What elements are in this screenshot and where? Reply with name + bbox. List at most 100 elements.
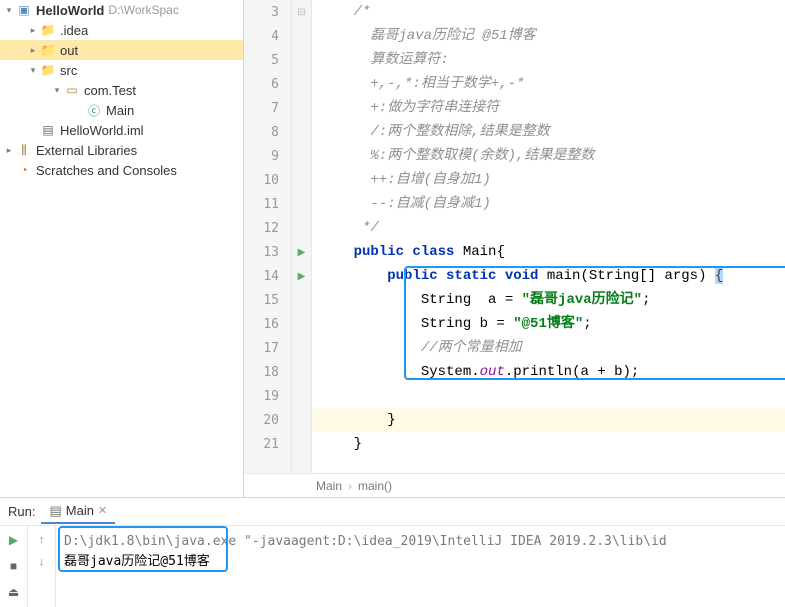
line-number: 9 (244, 144, 279, 168)
file-iml-label: HelloWorld.iml (60, 123, 144, 138)
chevron-down-icon: ▾ (52, 85, 62, 95)
run-main-icon[interactable]: ▶ (298, 271, 306, 282)
run-command: D:\jdk1.8\bin\java.exe "-javaagent:D:\id… (64, 532, 777, 552)
line-number: 21 (244, 432, 279, 456)
exit-button[interactable]: ⏏ (4, 582, 24, 602)
line-number: 12 (244, 216, 279, 240)
line-number: 3 (244, 0, 279, 24)
run-nav: ↑ ↓ (28, 526, 56, 607)
code-keyword: public static void (387, 268, 538, 284)
code-text: %:两个整数取模(余数),结果是整数 (320, 148, 594, 164)
line-number: 8 (244, 120, 279, 144)
file-iml[interactable]: ▤ HelloWorld.iml (0, 120, 243, 140)
code-text: } (320, 436, 362, 452)
run-label: Run: (8, 504, 35, 519)
line-number: 15 (244, 288, 279, 312)
line-number: 6 (244, 72, 279, 96)
project-root-label: HelloWorld (36, 3, 104, 18)
line-number: 4 (244, 24, 279, 48)
project-tree[interactable]: ▾ ▣ HelloWorld D:\WorkSpac ▸ 📁 .idea ▸ 📁… (0, 0, 244, 497)
folder-out[interactable]: ▸ 📁 out (0, 40, 243, 60)
class-main-label: Main (106, 103, 134, 118)
code-comment: //两个常量相加 (320, 340, 522, 356)
scratch-icon: ◔ (16, 162, 32, 178)
editor-content[interactable]: /* 磊哥java历险记 @51博客 算数运算符: +,-,*:相当于数学+,-… (312, 0, 785, 473)
chevron-right-icon: ▸ (28, 45, 38, 55)
code-text: ++:自增(自身加1) (320, 172, 491, 188)
run-tab[interactable]: ▤ Main ✕ (41, 500, 115, 524)
code-text: /:两个整数相除,结果是整数 (320, 124, 550, 140)
code-text: } (320, 412, 396, 428)
breadcrumb-item[interactable]: main() (358, 479, 392, 493)
code-text (320, 268, 387, 284)
folder-icon: 📁 (40, 42, 56, 58)
code-text: --:自减(自身减1) (320, 196, 491, 212)
editor: 3 4 5 6 7 8 9 10 11 12 13 14 15 16 17 18… (244, 0, 785, 497)
chevron-right-icon: ▸ (4, 145, 14, 155)
code-text: /* (320, 4, 370, 20)
run-panel: Run: ▤ Main ✕ ▶ ■ ⏏ ↑ ↓ D:\jdk1.8\bin\ja… (0, 497, 785, 607)
line-number: 7 (244, 96, 279, 120)
close-icon[interactable]: ✕ (98, 504, 107, 517)
run-class-icon[interactable]: ▶ (298, 247, 306, 258)
code-text: ; (642, 292, 650, 308)
code-text: ; (583, 316, 591, 332)
rerun-button[interactable]: ▶ (4, 530, 24, 550)
folder-idea-label: .idea (60, 23, 88, 38)
code-string: "磊哥java历险记" (522, 292, 642, 308)
code-text: Main{ (454, 244, 504, 260)
external-libraries-label: External Libraries (36, 143, 137, 158)
code-text: .println(a + b); (505, 364, 639, 380)
package[interactable]: ▾ ▭ com.Test (0, 80, 243, 100)
line-number: 13 (244, 240, 279, 264)
code-field: out (480, 364, 505, 380)
down-button[interactable]: ↓ (32, 552, 52, 572)
code-keyword: public class (354, 244, 455, 260)
class-main[interactable]: ⓒ Main (0, 100, 243, 120)
class-icon: ⓒ (86, 102, 102, 118)
line-number: 17 (244, 336, 279, 360)
chevron-right-icon: › (348, 479, 352, 493)
code-text: +,-,*:相当于数学+,-* (320, 76, 524, 92)
project-root[interactable]: ▾ ▣ HelloWorld D:\WorkSpac (0, 0, 243, 20)
file-icon: ▤ (40, 122, 56, 138)
run-toolbar: ▶ ■ ⏏ (0, 526, 28, 607)
run-output-line: 磊哥java历险记@51博客 (64, 552, 777, 572)
breadcrumb-item[interactable]: Main (316, 479, 342, 493)
run-output[interactable]: D:\jdk1.8\bin\java.exe "-javaagent:D:\id… (56, 526, 785, 607)
run-tab-label: Main (66, 503, 94, 518)
chevron-down-icon: ▾ (28, 65, 38, 75)
folder-out-label: out (60, 43, 78, 58)
project-root-path: D:\WorkSpac (108, 3, 178, 17)
fold-icon[interactable]: ⊟ (297, 7, 305, 18)
folder-src-label: src (60, 63, 77, 78)
line-gutter[interactable]: 3 4 5 6 7 8 9 10 11 12 13 14 15 16 17 18… (244, 0, 292, 473)
code-text: +:做为字符串连接符 (320, 100, 499, 116)
code-text: */ (320, 220, 379, 236)
external-libraries[interactable]: ▸ ⫼ External Libraries (0, 140, 243, 160)
line-number: 5 (244, 48, 279, 72)
package-label: com.Test (84, 83, 136, 98)
package-icon: ▭ (64, 82, 80, 98)
code-text: String b = (320, 316, 513, 332)
up-button[interactable]: ↑ (32, 530, 52, 550)
scratches-label: Scratches and Consoles (36, 163, 177, 178)
line-number: 14 (244, 264, 279, 288)
line-number: 18 (244, 360, 279, 384)
line-number: 11 (244, 192, 279, 216)
code-text: String a = (320, 292, 522, 308)
line-number: 19 (244, 384, 279, 408)
folder-idea[interactable]: ▸ 📁 .idea (0, 20, 243, 40)
line-number: 10 (244, 168, 279, 192)
marker-column[interactable]: ⊟ ▶ ▶ (292, 0, 312, 473)
chevron-down-icon: ▾ (4, 5, 14, 15)
scratches[interactable]: ◔ Scratches and Consoles (0, 160, 243, 180)
folder-src[interactable]: ▾ 📁 src (0, 60, 243, 80)
stop-button[interactable]: ■ (4, 556, 24, 576)
chevron-right-icon: ▸ (28, 25, 38, 35)
breadcrumb[interactable]: Main › main() (244, 473, 785, 497)
code-text: 磊哥java历险记 @51博客 (320, 28, 536, 44)
code-string: "@51博客" (513, 316, 583, 332)
library-icon: ⫼ (16, 142, 32, 158)
folder-icon: 📁 (40, 22, 56, 38)
